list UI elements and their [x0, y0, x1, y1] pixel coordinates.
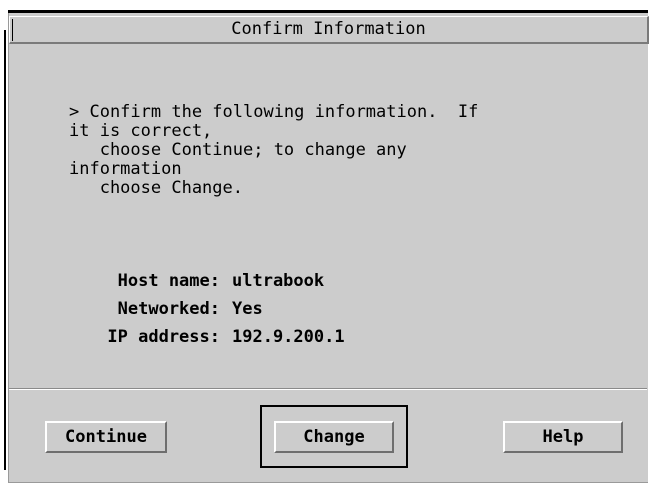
networked-value: Yes [232, 299, 263, 319]
info-row-ip-address: IP address: 192.9.200.1 [69, 323, 489, 351]
networked-label: Networked: [117, 299, 220, 319]
ip-address-value: 192.9.200.1 [232, 327, 345, 347]
change-button[interactable]: Change [274, 421, 394, 453]
instruction-message: > Confirm the following information. If … [69, 102, 479, 198]
help-button[interactable]: Help [503, 421, 623, 453]
ip-address-label: IP address: [107, 327, 220, 347]
info-row-networked: Networked: Yes [69, 295, 489, 323]
window-frame-left-edge [4, 30, 6, 470]
confirm-information-dialog: Confirm Information > Confirm the follow… [8, 13, 649, 483]
title-bar-edge [12, 19, 13, 41]
info-table: Host name: ultrabook Networked: Yes IP a… [69, 267, 489, 351]
info-row-host-name: Host name: ultrabook [69, 267, 489, 295]
continue-button[interactable]: Continue [45, 421, 167, 453]
dialog-title: Confirm Information [231, 19, 426, 39]
host-name-label: Host name: [117, 271, 220, 291]
host-name-value: ultrabook [232, 271, 325, 291]
button-area-separator-highlight [9, 389, 647, 390]
dialog-title-bar[interactable]: Confirm Information [9, 16, 649, 44]
